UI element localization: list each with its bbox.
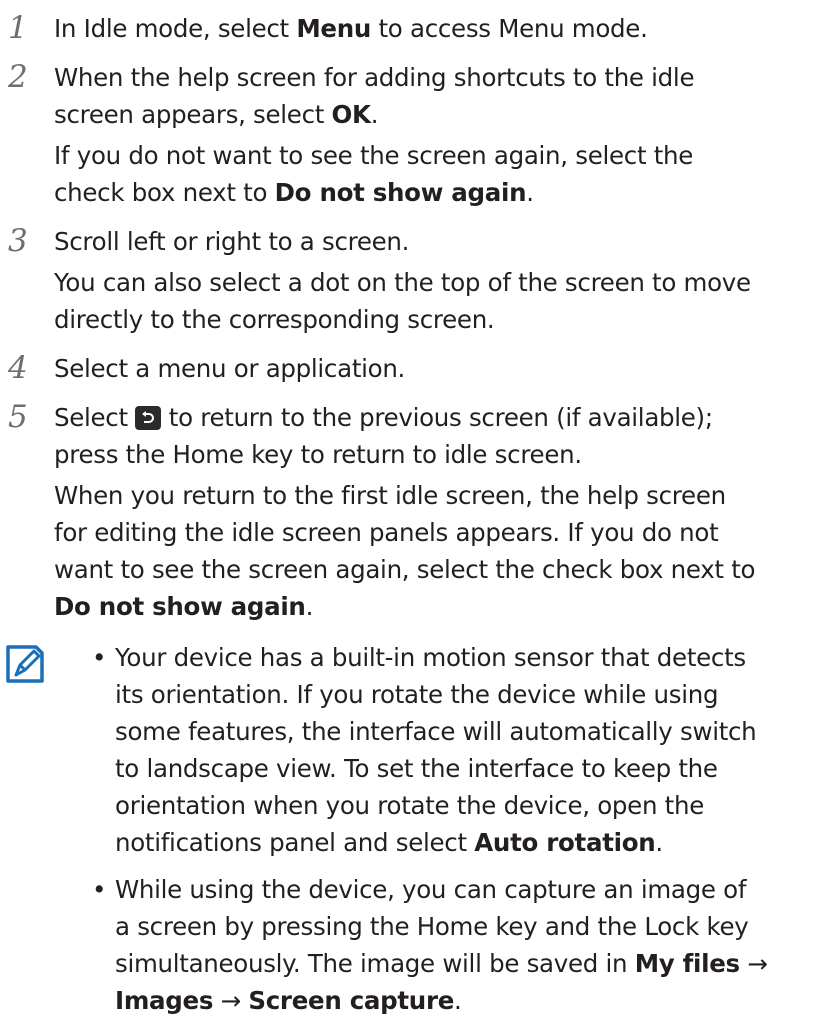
step-text: Select to return to the previous screen …	[54, 403, 713, 469]
step-1: 1 In Idle mode, select Menu to access Me…	[0, 10, 815, 47]
step-text: In Idle mode, select Menu to access Menu…	[54, 14, 648, 43]
manual-page: 1 In Idle mode, select Menu to access Me…	[0, 0, 815, 1027]
back-icon	[135, 406, 162, 430]
step-number: 2	[8, 59, 28, 95]
step-3: 3 Scroll left or right to a screen. You …	[0, 223, 815, 338]
step-subtext: When you return to the first idle screen…	[54, 481, 756, 621]
step-number: 4	[8, 350, 28, 386]
step-subtext: You can also select a dot on the top of …	[54, 268, 751, 334]
step-number: 5	[8, 399, 28, 435]
note-pencil-icon	[6, 645, 44, 683]
note-bullet: While using the device, you can capture …	[82, 871, 815, 1019]
step-5: 5 Select to return to the previous scree…	[0, 399, 815, 625]
note-block: Your device has a built-in motion sensor…	[0, 639, 815, 1019]
step-number: 1	[8, 10, 28, 46]
step-text: Scroll left or right to a screen.	[54, 227, 410, 256]
step-text: Select a menu or application.	[54, 354, 406, 383]
step-number: 3	[8, 223, 28, 259]
step-4: 4 Select a menu or application.	[0, 350, 815, 387]
step-2: 2 When the help screen for adding shortc…	[0, 59, 815, 211]
note-bullet: Your device has a built-in motion sensor…	[82, 639, 815, 861]
step-text: When the help screen for adding shortcut…	[54, 63, 695, 129]
step-subtext: If you do not want to see the screen aga…	[54, 141, 694, 207]
